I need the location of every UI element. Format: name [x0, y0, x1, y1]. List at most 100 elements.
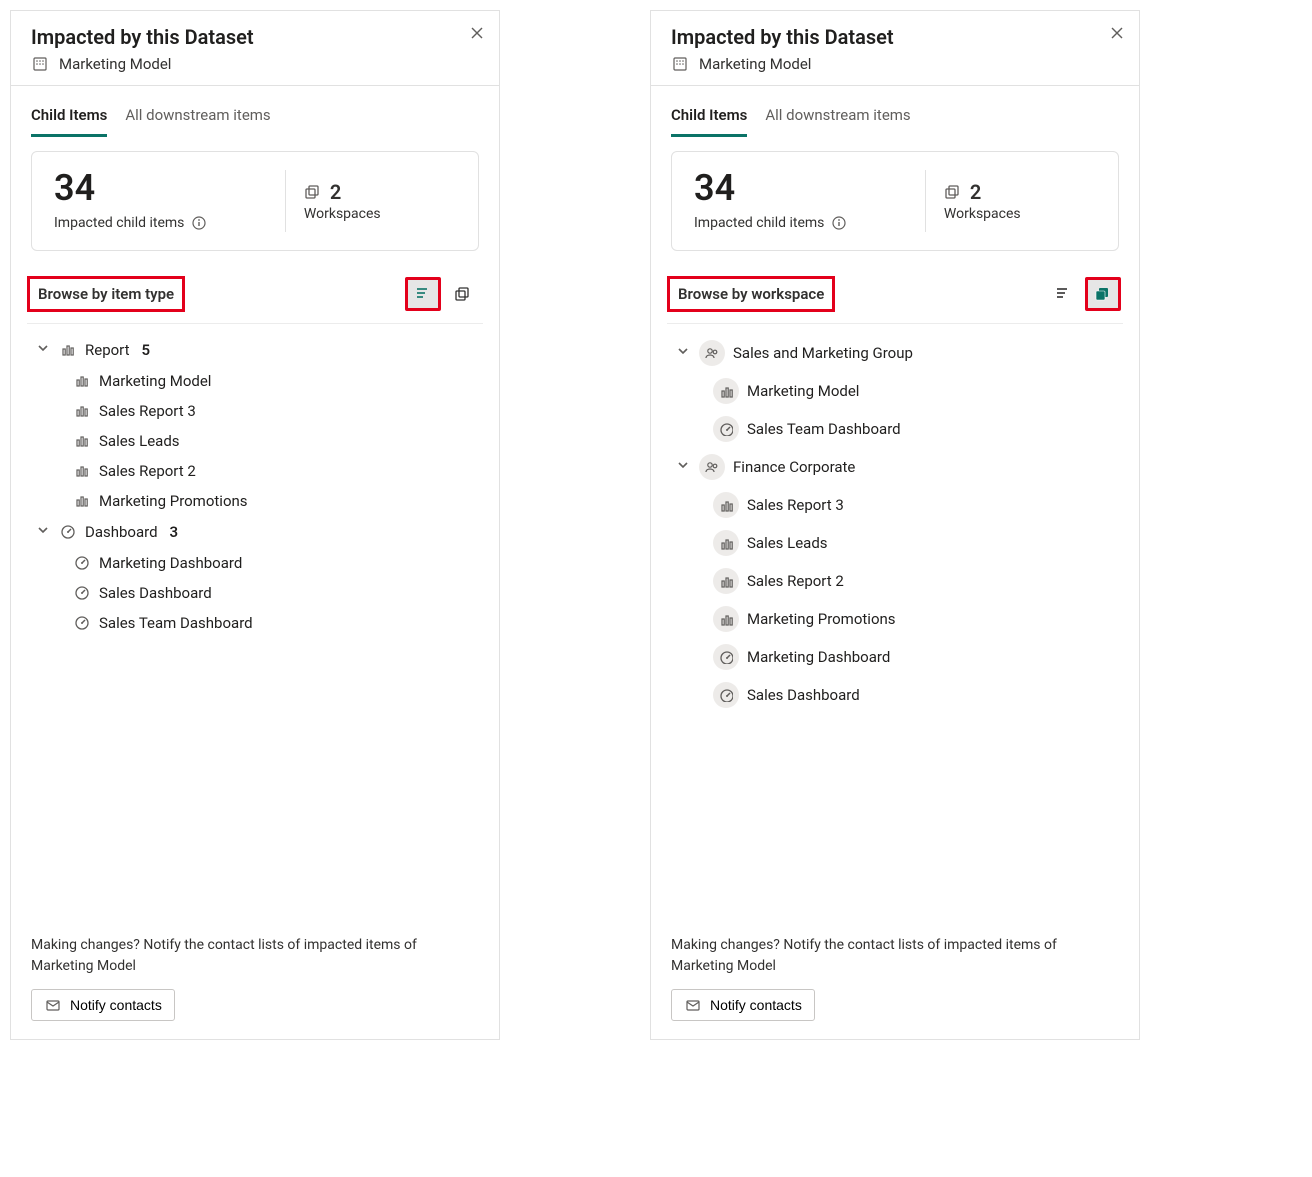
report-icon [59, 341, 77, 359]
item-label: Sales Dashboard [99, 584, 212, 602]
report-icon [713, 378, 739, 404]
item-label: Sales Report 2 [747, 572, 844, 590]
list-item[interactable]: Marketing Dashboard [675, 638, 1123, 676]
report-icon [713, 530, 739, 556]
info-icon[interactable] [830, 214, 848, 232]
workspace-group[interactable]: Finance Corporate [675, 448, 1123, 486]
chevron-down-icon [675, 457, 691, 477]
close-button[interactable] [469, 25, 485, 45]
workspaces-icon [944, 183, 962, 201]
list-item[interactable]: Sales Leads [675, 524, 1123, 562]
workspace-count: 2 [330, 180, 341, 204]
panel-title: Impacted by this Dataset [31, 25, 479, 49]
list-item[interactable]: Marketing Dashboard [35, 548, 483, 578]
list-item[interactable]: Sales Report 2 [675, 562, 1123, 600]
item-label: Marketing Model [747, 382, 859, 400]
item-label: Sales Leads [747, 534, 828, 552]
item-label: Marketing Dashboard [99, 554, 242, 572]
item-label: Sales Dashboard [747, 686, 860, 704]
tree-by-workspace: Sales and Marketing Group Marketing Mode… [651, 324, 1139, 921]
close-button[interactable] [1109, 25, 1125, 45]
list-item[interactable]: Marketing Model [675, 372, 1123, 410]
item-label: Marketing Model [99, 372, 211, 390]
list-item[interactable]: Sales Report 3 [675, 486, 1123, 524]
dashboard-icon [73, 614, 91, 632]
list-item[interactable]: Sales Dashboard [675, 676, 1123, 714]
report-icon [73, 492, 91, 510]
item-label: Sales Team Dashboard [99, 614, 253, 632]
group-count: 3 [170, 523, 179, 541]
report-icon [73, 432, 91, 450]
report-icon [713, 492, 739, 518]
report-icon [73, 462, 91, 480]
browse-mode-title: Browse by workspace [667, 276, 835, 312]
dataset-name: Marketing Model [699, 55, 811, 73]
item-label: Marketing Promotions [747, 610, 896, 628]
item-label: Sales Report 3 [747, 496, 844, 514]
list-item[interactable]: Sales Dashboard [35, 578, 483, 608]
list-item[interactable]: Sales Team Dashboard [675, 410, 1123, 448]
dashboard-icon [73, 554, 91, 572]
tree-by-type: Report 5 Marketing Model Sales Report 3 … [11, 324, 499, 921]
mail-icon [684, 996, 702, 1014]
group-count: 5 [142, 341, 151, 359]
list-item[interactable]: Marketing Promotions [675, 600, 1123, 638]
mail-icon [44, 996, 62, 1014]
impact-panel-by-type: Impacted by this Dataset Marketing Model… [10, 10, 500, 1040]
group-label: Report [85, 341, 130, 359]
group-dashboard[interactable]: Dashboard 3 [35, 516, 483, 548]
summary-card: 34 Impacted child items 2 Workspaces [31, 151, 479, 251]
panel-header: Impacted by this Dataset Marketing Model [651, 11, 1139, 86]
view-by-workspace-button[interactable] [1085, 277, 1121, 311]
report-icon [713, 606, 739, 632]
dataset-icon [671, 55, 689, 73]
summary-card: 34 Impacted child items 2 Workspaces [671, 151, 1119, 251]
group-report[interactable]: Report 5 [35, 334, 483, 366]
list-item[interactable]: Sales Report 3 [35, 396, 483, 426]
list-item[interactable]: Sales Team Dashboard [35, 608, 483, 638]
panel-footer: Making changes? Notify the contact lists… [11, 921, 499, 1039]
tab-child-items[interactable]: Child Items [31, 106, 107, 137]
workspace-count-label: Workspaces [304, 206, 456, 222]
chevron-down-icon [35, 340, 51, 360]
footer-text: Making changes? Notify the contact lists… [671, 935, 1119, 977]
list-item[interactable]: Sales Leads [35, 426, 483, 456]
impacted-count: 34 [694, 170, 907, 206]
item-label: Sales Report 3 [99, 402, 196, 420]
dashboard-icon [713, 644, 739, 670]
tab-child-items[interactable]: Child Items [671, 106, 747, 137]
workspace-count: 2 [970, 180, 981, 204]
list-item[interactable]: Marketing Promotions [35, 486, 483, 516]
view-by-type-button[interactable] [405, 277, 441, 311]
notify-contacts-button[interactable]: Notify contacts [31, 989, 175, 1021]
dashboard-icon [59, 523, 77, 541]
footer-text: Making changes? Notify the contact lists… [31, 935, 479, 977]
item-label: Sales Team Dashboard [747, 420, 901, 438]
list-item[interactable]: Sales Report 2 [35, 456, 483, 486]
impact-panel-by-workspace: Impacted by this Dataset Marketing Model… [650, 10, 1140, 1040]
list-item[interactable]: Marketing Model [35, 366, 483, 396]
view-by-type-button[interactable] [1045, 277, 1081, 311]
panel-footer: Making changes? Notify the contact lists… [651, 921, 1139, 1039]
tabs: Child Items All downstream items [651, 86, 1139, 137]
dashboard-icon [73, 584, 91, 602]
dataset-name: Marketing Model [59, 55, 171, 73]
tab-all-downstream[interactable]: All downstream items [125, 106, 270, 137]
chevron-down-icon [35, 522, 51, 542]
view-by-workspace-button[interactable] [445, 277, 481, 311]
tab-all-downstream[interactable]: All downstream items [765, 106, 910, 137]
notify-label: Notify contacts [710, 997, 802, 1013]
item-label: Marketing Dashboard [747, 648, 890, 666]
tabs: Child Items All downstream items [11, 86, 499, 137]
panel-header: Impacted by this Dataset Marketing Model [11, 11, 499, 86]
item-label: Marketing Promotions [99, 492, 248, 510]
people-icon [699, 454, 725, 480]
item-label: Sales Leads [99, 432, 180, 450]
notify-label: Notify contacts [70, 997, 162, 1013]
people-icon [699, 340, 725, 366]
group-label: Dashboard [85, 523, 158, 541]
notify-contacts-button[interactable]: Notify contacts [671, 989, 815, 1021]
workspace-group[interactable]: Sales and Marketing Group [675, 334, 1123, 372]
item-label: Sales Report 2 [99, 462, 196, 480]
info-icon[interactable] [190, 214, 208, 232]
